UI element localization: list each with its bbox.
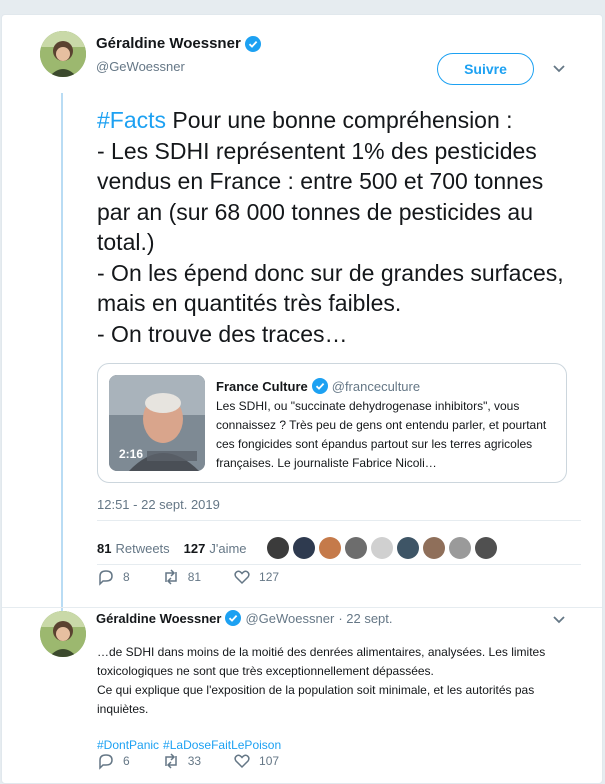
page: Géraldine Woessner @GeWoessner Suivre #F… [0,0,605,784]
reply-button[interactable]: 8 [97,568,130,586]
like-button[interactable]: 107 [233,752,279,770]
hashtag-dontpanic[interactable]: #DontPanic [97,738,159,752]
reply-icon [99,570,113,586]
reply-author-handle[interactable]: @GeWoessner [245,611,334,626]
tweet-stats: 81 Retweets 127 J'aime [97,537,501,559]
video-duration: 2:16 [119,447,144,461]
follow-button[interactable]: Suivre [437,53,534,85]
reply-actions: 6 33 107 [97,752,311,770]
reply-text-line: Ce qui explique que l'exposition de la p… [97,683,535,716]
reply-text-line: …de SDHI dans moins de la moitié des den… [97,645,546,678]
reply-count: 8 [123,570,130,584]
retweet-label[interactable]: Retweets [115,541,169,556]
tweet-actions: 8 81 127 [97,568,311,586]
retweet-icon [164,569,177,585]
retweet-button[interactable]: 33 [162,752,201,770]
chevron-down-icon[interactable] [552,64,566,74]
author-handle[interactable]: @GeWoessner [96,59,185,74]
tweet-card: Géraldine Woessner @GeWoessner Suivre #F… [1,14,603,784]
reply-date[interactable]: · 22 sept. [338,611,392,626]
hashtag-facts[interactable]: #Facts [97,107,166,133]
retweet-icon [164,753,177,769]
tweet-text-line: - On les épend donc sur de grandes surfa… [97,259,564,317]
liker-avatar[interactable] [318,537,341,559]
quoted-author-name: France Culture [216,378,308,394]
reply-hashtags: #DontPanic #LaDoseFaitLePoison [97,738,285,752]
tweet-text: #Facts Pour une bonne compréhension : - … [97,105,577,349]
author-avatar[interactable] [40,31,86,77]
verified-badge-icon [244,35,261,52]
quoted-tweet[interactable]: 2:16 France Culture @franceculture Les S… [97,363,567,483]
reply-author-name[interactable]: Géraldine Woessner [96,611,221,626]
tweet-text-line: - On trouve des traces… [97,320,348,347]
liker-avatar[interactable] [344,537,367,559]
retweet-button[interactable]: 81 [162,568,201,586]
tweet-text-line: Pour une bonne compréhension : [166,107,513,133]
liker-avatar[interactable] [370,537,393,559]
divider [2,607,602,608]
reply-count: 6 [123,754,130,768]
liker-avatar[interactable] [396,537,419,559]
retweet-action-count: 33 [187,754,202,768]
liker-avatar[interactable] [266,537,289,559]
like-label[interactable]: J'aime [209,541,246,556]
retweet-action-count: 81 [187,570,202,584]
chevron-down-icon[interactable] [552,615,566,625]
tweet-text-line: - Les SDHI représentent 1% des pesticide… [97,137,544,256]
like-button[interactable]: 127 [233,568,279,586]
quoted-video-thumbnail[interactable]: 2:16 [109,375,205,471]
retweet-count[interactable]: 81 [97,541,111,556]
reply-text: …de SDHI dans moins de la moitié des den… [97,643,567,719]
like-action-count: 127 [259,570,280,584]
author-name-row[interactable]: Géraldine Woessner [96,35,261,52]
liker-avatar[interactable] [292,537,315,559]
liker-avatar[interactable] [422,537,445,559]
reply-button[interactable]: 6 [97,752,130,770]
heart-icon [234,570,250,585]
thread-line [61,93,63,623]
like-count[interactable]: 127 [184,541,206,556]
divider [97,520,581,521]
liker-avatar[interactable] [448,537,471,559]
quoted-tweet-text: Les SDHI, ou "succinate dehydrogenase in… [216,399,547,470]
reply-author-avatar[interactable] [40,611,86,657]
liker-avatar[interactable] [474,537,497,559]
heart-icon [234,754,250,769]
liker-avatars [266,537,501,559]
verified-badge-icon [225,610,242,626]
quoted-author-row: France Culture @franceculture [216,378,420,394]
author-name[interactable]: Géraldine Woessner [96,35,241,52]
divider [97,564,581,565]
like-action-count: 107 [259,754,280,768]
quoted-author-handle: @franceculture [331,378,421,394]
reply-author-row: Géraldine Woessner @GeWoessner · 22 sept… [96,610,393,626]
hashtag-ladosefaitlepoison[interactable]: #LaDoseFaitLePoison [163,738,281,752]
verified-badge-icon [311,378,328,394]
reply-icon [99,754,113,770]
tweet-timestamp[interactable]: 12:51 - 22 sept. 2019 [97,497,220,512]
